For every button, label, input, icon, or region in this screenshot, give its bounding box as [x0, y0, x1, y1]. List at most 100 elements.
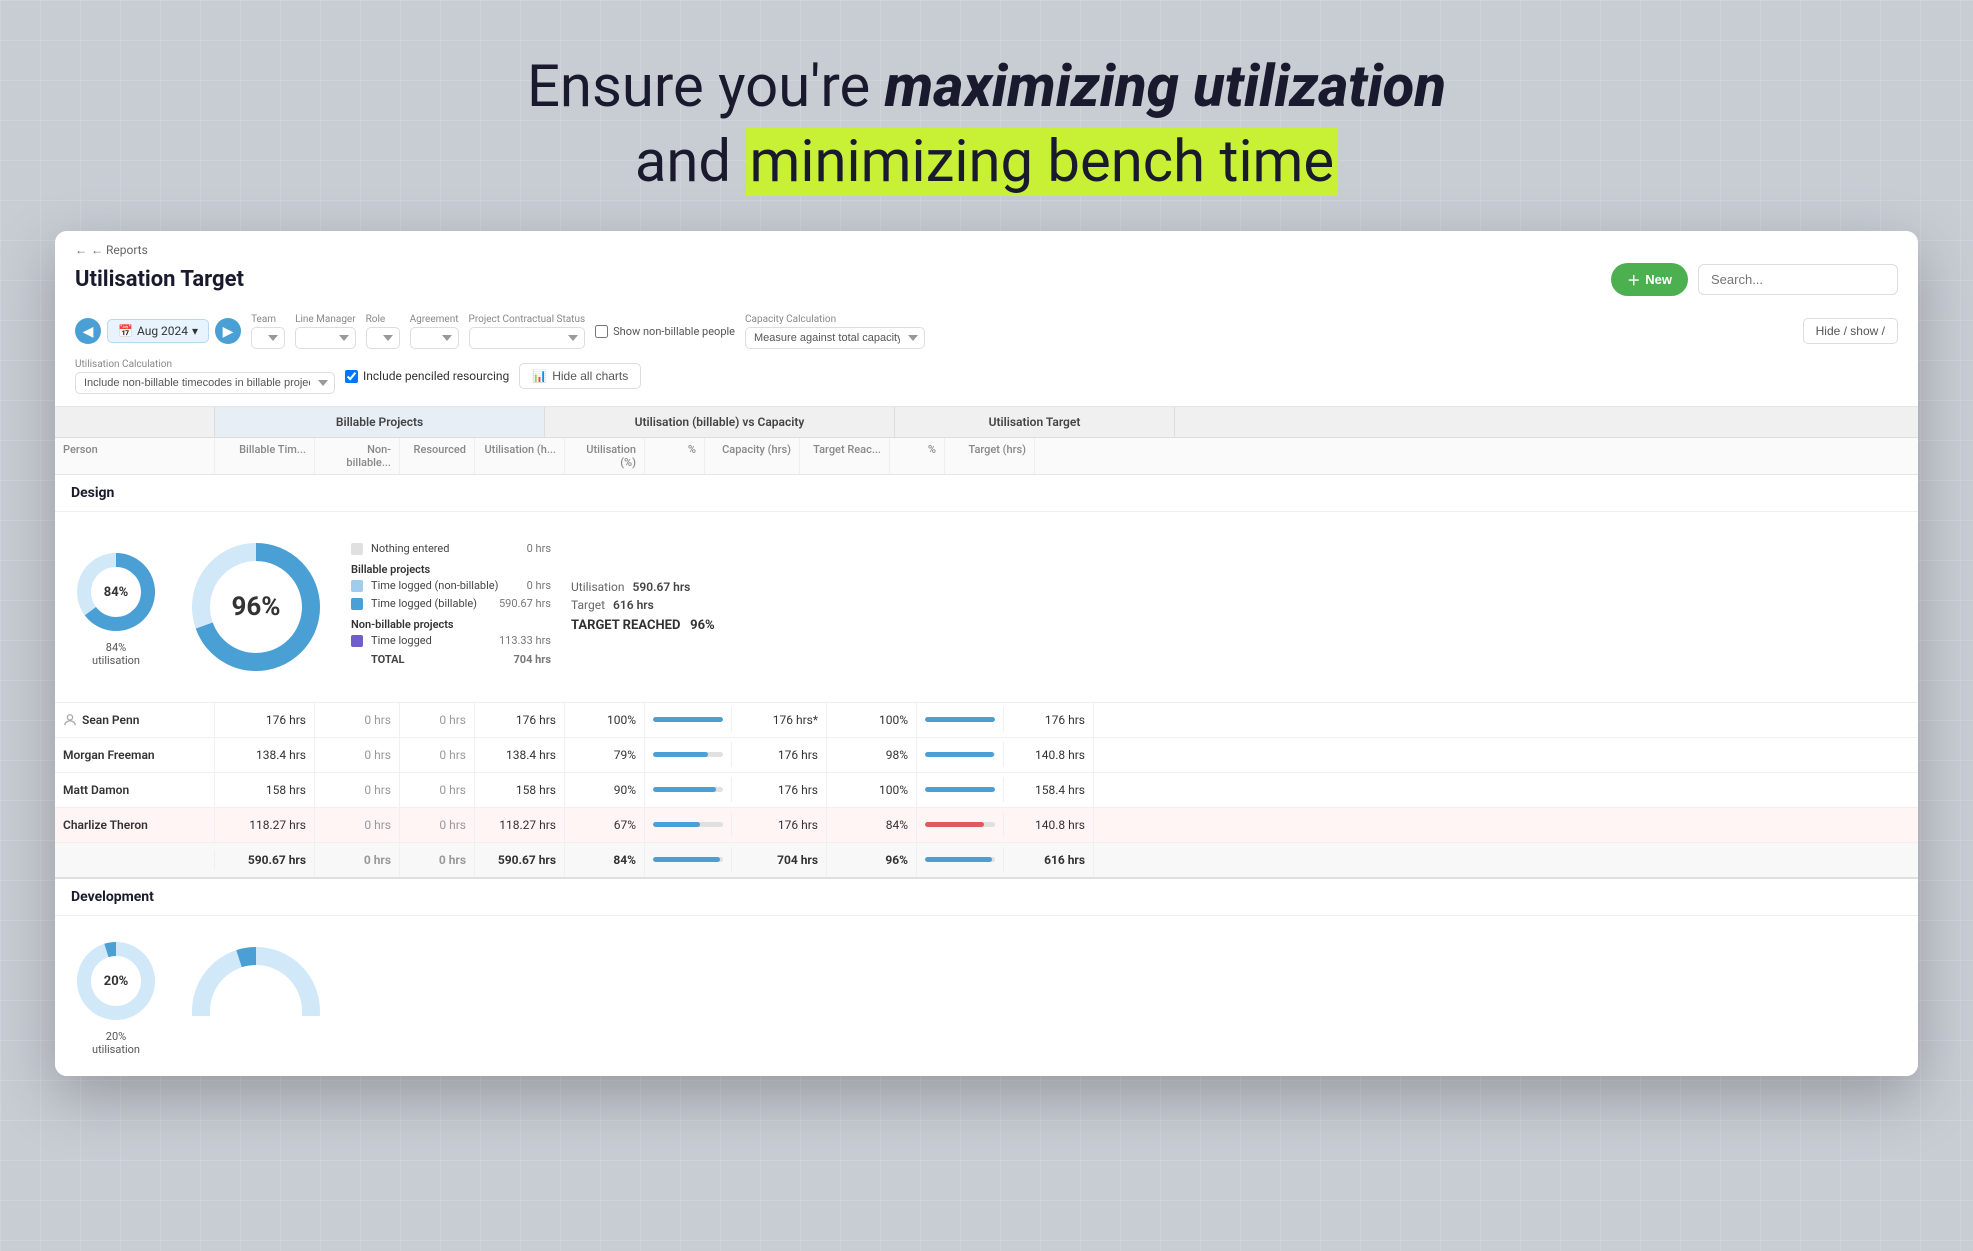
project-status-label: Project Contractual Status — [469, 314, 586, 325]
design-big-donut-pct: 96% — [231, 592, 280, 622]
utilisation-calc-label: Utilisation Calculation — [75, 359, 335, 370]
sub-col-non-billable: Non-billable... — [315, 438, 400, 474]
project-status-select[interactable] — [469, 327, 586, 349]
hide-show-button[interactable]: Hide / show / — [1803, 318, 1898, 344]
dev-big-donut — [181, 936, 331, 1016]
svg-text:20%: 20% — [104, 974, 129, 989]
cell-pct-bar — [645, 777, 732, 802]
team-select[interactable] — [251, 327, 285, 349]
line-manager-filter-group: Line Manager — [295, 314, 356, 349]
development-section-header: Development — [55, 879, 1918, 916]
cell-tpct-bar — [917, 777, 1004, 802]
col-group-target-label: Utilisation Target — [989, 415, 1081, 429]
svg-text:84%: 84% — [104, 585, 129, 600]
header-actions: ＋ New — [1611, 263, 1898, 296]
include-penciled-label[interactable]: Include penciled resourcing — [345, 369, 509, 383]
legend-dot-nothing — [351, 543, 363, 555]
legend-non-billable-proj: Time logged 113.33 hrs — [351, 634, 551, 647]
team-filter-group: Team — [251, 314, 285, 349]
cell-capacity: 176 hrs — [732, 738, 827, 772]
tpct-wrap — [925, 787, 995, 792]
header-top: Utilisation Target ＋ New — [75, 263, 1898, 296]
col-group-person — [55, 407, 215, 437]
totals-capacity: 704 hrs — [732, 843, 827, 877]
include-penciled-checkbox[interactable] — [345, 370, 358, 383]
cell-capacity: 176 hrs* — [732, 703, 827, 737]
cell-billable-time: 158 hrs — [215, 773, 315, 807]
prev-date-button[interactable]: ◀ — [75, 318, 101, 344]
line-manager-select[interactable] — [295, 327, 356, 349]
legend-billable-value: 590.67 hrs — [499, 597, 551, 610]
hero-section: Ensure you're maximizing utilization and… — [0, 0, 1973, 231]
plus-icon: ＋ — [1627, 270, 1640, 289]
agreement-select[interactable] — [410, 327, 459, 349]
legend-dot-total — [351, 654, 363, 666]
col-group-billable-label: Billable Projects — [336, 415, 423, 429]
window-header: ← ← Reports Utilisation Target ＋ New ◀ 📅… — [55, 231, 1918, 407]
col-group-utilisation: Utilisation (billable) vs Capacity — [545, 407, 895, 437]
dev-small-donut: 20% — [71, 936, 161, 1026]
hide-charts-label: Hide all charts — [552, 369, 628, 383]
capacity-calc-select[interactable]: Measure against total capacity — [745, 327, 925, 349]
table-row: Morgan Freeman 138.4 hrs 0 hrs 0 hrs 138… — [55, 738, 1918, 773]
legend-dot-non-billable — [351, 580, 363, 592]
cell-non-billable: 0 hrs — [315, 808, 400, 842]
legend-non-billable-proj-group: Non-billable projects — [351, 618, 551, 631]
design-section-header: Design — [55, 475, 1918, 512]
cell-util-h: 158 hrs — [475, 773, 565, 807]
sub-col-billable-time: Billable Tim... — [215, 438, 315, 474]
new-button[interactable]: ＋ New — [1611, 263, 1688, 296]
cell-person: Charlize Theron — [55, 808, 215, 842]
back-link[interactable]: ← ← Reports — [75, 243, 1898, 257]
new-button-label: New — [1645, 272, 1672, 287]
search-input[interactable] — [1698, 264, 1898, 295]
chevron-down-icon: ▾ — [192, 324, 198, 338]
totals-util-h: 590.67 hrs — [475, 843, 565, 877]
legend-total: TOTAL 704 hrs — [351, 653, 551, 666]
tpct-fill — [925, 822, 984, 827]
legend-non-billable-label: Time logged (non-billable) — [371, 579, 498, 592]
role-select[interactable] — [366, 327, 400, 349]
legend-non-billable-proj-label: Time logged — [371, 634, 432, 647]
cell-person: Morgan Freeman — [55, 738, 215, 772]
hero-line1-bold: maximizing utilization — [885, 53, 1446, 121]
stat-target-label: Target — [571, 598, 605, 612]
cell-target-reached: 98% — [827, 738, 917, 772]
back-label: ← Reports — [91, 243, 148, 257]
show-non-billable-checkbox[interactable] — [595, 325, 608, 338]
hero-line1-prefix: Ensure you're — [527, 53, 885, 121]
tpct-wrap — [925, 752, 995, 757]
next-date-button[interactable]: ▶ — [215, 318, 241, 344]
cell-capacity: 176 hrs — [732, 808, 827, 842]
table-row: Charlize Theron 118.27 hrs 0 hrs 0 hrs 1… — [55, 808, 1918, 843]
sub-col-capacity: Capacity (hrs) — [705, 438, 800, 474]
date-label[interactable]: 📅 Aug 2024 ▾ — [107, 319, 209, 343]
person-icon — [63, 713, 77, 727]
tpct-fill — [925, 752, 994, 757]
col-group-target: Utilisation Target — [895, 407, 1175, 437]
date-value: Aug 2024 — [137, 324, 188, 338]
chart-icon: 📊 — [532, 369, 547, 383]
cell-billable-time: 176 hrs — [215, 703, 315, 737]
design-small-donut-label: 84%utilisation — [92, 641, 140, 667]
cell-target-reached: 100% — [827, 773, 917, 807]
hide-charts-button[interactable]: 📊 Hide all charts — [519, 363, 641, 389]
show-non-billable-checkbox-label[interactable]: Show non-billable people — [595, 325, 735, 338]
design-totals-row: 590.67 hrs 0 hrs 0 hrs 590.67 hrs 84% 70… — [55, 843, 1918, 879]
legend-time-billable: Time logged (billable) 590.67 hrs — [351, 597, 551, 610]
sub-col-pct: % — [645, 438, 705, 474]
agreement-label: Agreement — [410, 314, 459, 325]
target-reached-label: TARGET REACHED — [571, 618, 680, 633]
legend-billable-label: Time logged (billable) — [371, 597, 477, 610]
cell-tpct-bar — [917, 742, 1004, 767]
cell-target-hrs: 158.4 hrs — [1004, 773, 1094, 807]
utilisation-calc-select[interactable]: Include non-billable timecodes in billab… — [75, 372, 335, 394]
design-small-donut-wrapper: 84% 84%utilisation — [71, 547, 161, 667]
sub-col-util-pct: Utilisation (%) — [565, 438, 645, 474]
team-label: Team — [251, 314, 285, 325]
sub-col-target-pct: % — [890, 438, 945, 474]
tpct-wrap — [925, 822, 995, 827]
sub-col-person: Person — [55, 438, 215, 474]
agreement-filter-group: Agreement — [410, 314, 459, 349]
legend-dot-billable — [351, 598, 363, 610]
